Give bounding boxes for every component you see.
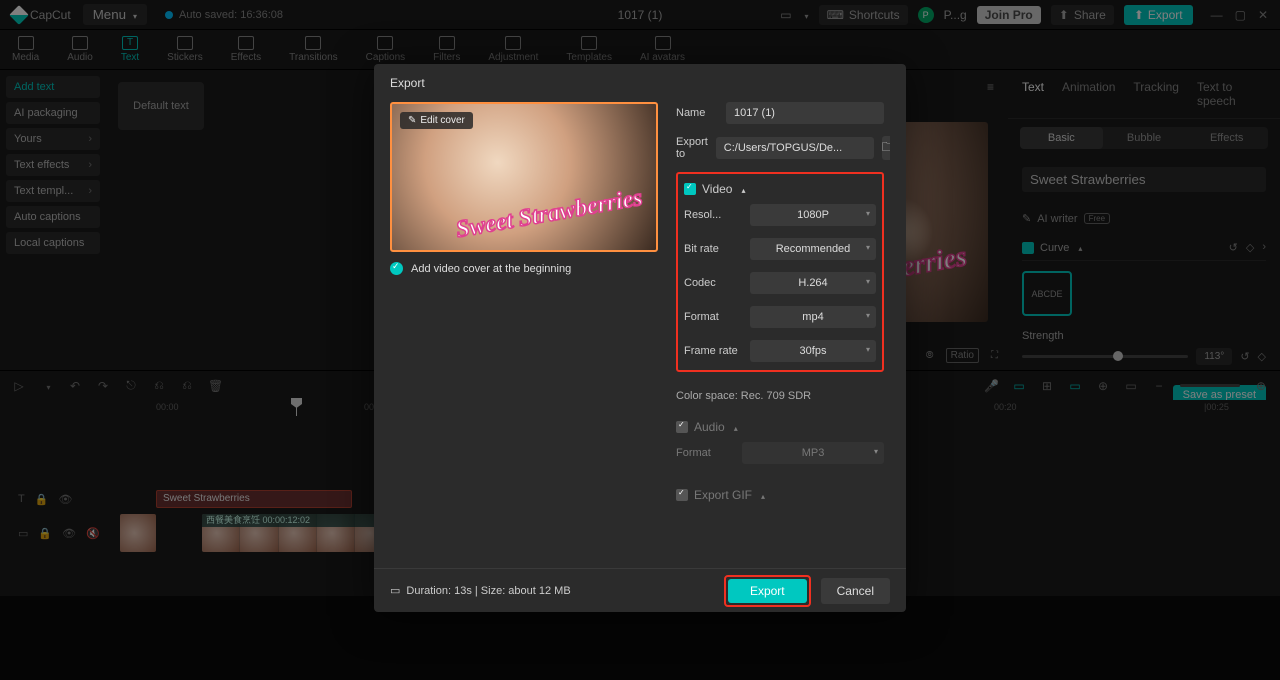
edit-cover-button[interactable]: ✎ Edit cover [400, 112, 473, 129]
video-section-label: Video [702, 182, 732, 196]
export-modal: Export ✎ Edit cover Sweet Strawberries A… [374, 64, 906, 612]
format-select[interactable]: mp4 [750, 306, 876, 328]
gif-collapse-icon[interactable] [758, 488, 765, 502]
add-cover-label: Add video cover at the beginning [411, 263, 571, 275]
bitrate-select[interactable]: Recommended [750, 238, 876, 260]
name-label: Name [676, 107, 718, 119]
audio-section-label: Audio [694, 420, 725, 434]
audio-format-select: MP3 [742, 442, 884, 464]
modal-title: Export [374, 64, 906, 102]
audio-checkbox[interactable] [676, 421, 688, 433]
cover-text-overlay: Sweet Strawberries [454, 185, 645, 244]
resolution-select[interactable]: 1080P [750, 204, 876, 226]
audio-format-label: Format [676, 447, 734, 459]
audio-collapse-icon[interactable] [731, 420, 738, 434]
colorspace-info: Color space: Rec. 709 SDR [676, 390, 884, 402]
film-icon: ▭ [390, 584, 400, 597]
codec-label: Codec [684, 277, 742, 289]
format-label: Format [684, 311, 742, 323]
browse-folder-button[interactable]: 🗀 [882, 136, 890, 160]
gif-section-label: Export GIF [694, 488, 752, 502]
framerate-select[interactable]: 30fps [750, 340, 876, 362]
video-settings-highlight: Video Resol... 1080P Bit rate Recommende… [676, 172, 884, 372]
cover-preview: ✎ Edit cover Sweet Strawberries [390, 102, 658, 252]
duration-text: Duration: 13s | Size: about 12 MB [406, 585, 570, 597]
name-input[interactable] [726, 102, 884, 124]
exportto-input[interactable] [716, 137, 874, 159]
bitrate-label: Bit rate [684, 243, 742, 255]
video-checkbox[interactable] [684, 183, 696, 195]
gif-checkbox[interactable] [676, 489, 688, 501]
framerate-label: Frame rate [684, 345, 742, 357]
exportto-label: Export to [676, 136, 708, 160]
add-cover-checkbox[interactable] [390, 262, 403, 275]
export-confirm-button[interactable]: Export [728, 579, 807, 603]
export-button-highlight: Export [724, 575, 811, 607]
resolution-label: Resol... [684, 209, 742, 221]
cancel-button[interactable]: Cancel [821, 578, 890, 604]
codec-select[interactable]: H.264 [750, 272, 876, 294]
video-collapse-icon[interactable] [738, 182, 745, 196]
